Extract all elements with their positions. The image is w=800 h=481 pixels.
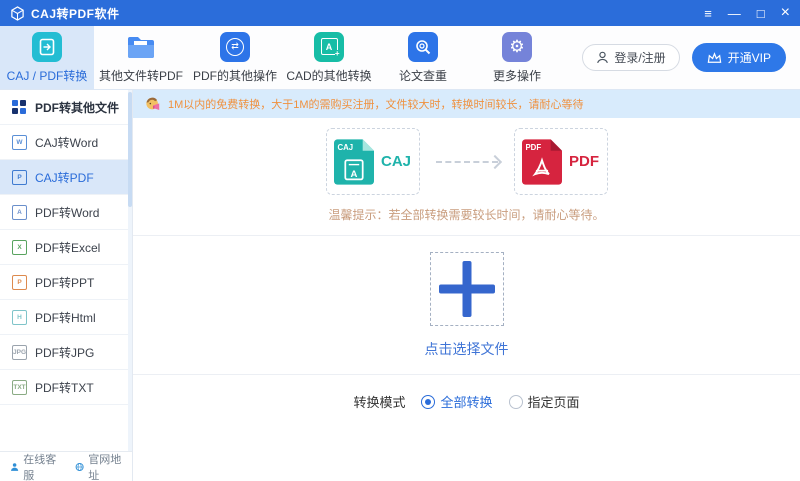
close-icon[interactable]: ×: [781, 5, 790, 21]
pdf-file-icon: PDF: [522, 139, 562, 185]
pdf-excel-doc-icon: X: [12, 240, 27, 255]
arrow-right-icon: [436, 161, 498, 163]
crown-icon: [707, 52, 722, 64]
app-logo-icon: [10, 6, 25, 21]
support-person-icon: [10, 461, 19, 473]
target-format-box: PDF PDF: [514, 128, 608, 195]
sidebar-item-pdf-to-word[interactable]: A PDF转Word: [0, 195, 132, 230]
add-file-button[interactable]: [430, 252, 504, 326]
mode-option-pages[interactable]: 指定页面: [509, 392, 580, 411]
conversion-mode-row: 转换模式 全部转换 指定页面: [133, 392, 800, 411]
pdf-word-doc-icon: A: [12, 205, 27, 220]
caj-file-icon: CAJ A: [334, 139, 374, 185]
sidebar-footer: 在线客服 官网地址: [0, 451, 132, 481]
sidebar-item-label: PDF转PPT: [35, 274, 94, 291]
mode-option-label: 指定页面: [528, 392, 580, 411]
conversion-graphic: CAJ A CAJ PDF PDF: [133, 128, 800, 195]
login-register-button[interactable]: 登录/注册: [582, 44, 679, 71]
cad-frame-icon: A+: [314, 32, 344, 62]
open-vip-button[interactable]: 开通VIP: [692, 43, 786, 72]
sidebar-item-pdf-to-other[interactable]: PDF转其他文件: [0, 90, 132, 125]
sidebar-item-pdf-to-excel[interactable]: X PDF转Excel: [0, 230, 132, 265]
notice-text: 1M以内的免费转换，大于1M的需购买注册，文件较大时，转换时间较长，请耐心等待: [168, 96, 584, 112]
tab-caj-pdf-convert[interactable]: CAJ / PDF转换: [0, 26, 94, 89]
tab-more-operations[interactable]: ⚙ 更多操作: [470, 26, 564, 89]
official-website-link[interactable]: 官网地址: [75, 451, 122, 481]
gear-icon: ⚙: [502, 32, 532, 62]
online-service-link[interactable]: 在线客服: [10, 451, 57, 481]
person-icon: [596, 51, 609, 64]
sidebar-item-label: CAJ转Word: [35, 134, 98, 151]
sidebar-item-pdf-to-ppt[interactable]: P PDF转PPT: [0, 265, 132, 300]
pdf-txt-doc-icon: TXT: [12, 380, 27, 395]
radio-unselected-icon[interactable]: [509, 395, 523, 409]
sidebar-item-caj-to-word[interactable]: W CAJ转Word: [0, 125, 132, 160]
mode-option-label: 全部转换: [440, 392, 492, 411]
pdf-ppt-doc-icon: P: [12, 275, 27, 290]
globe-icon: [75, 461, 84, 473]
official-website-label: 官网地址: [88, 451, 122, 481]
circle-swap-icon: ⇄: [220, 32, 250, 62]
svg-text:CAJ: CAJ: [337, 142, 353, 151]
source-format-label: CAJ: [381, 153, 411, 170]
app-title: CAJ转PDF软件: [31, 5, 120, 22]
notice-bar: 1M以内的免费转换，大于1M的需购买注册，文件较大时，转换时间较长，请耐心等待: [133, 90, 800, 118]
titlebar: CAJ转PDF软件 ≡ — □ ×: [0, 0, 800, 26]
sidebar-item-label: PDF转其他文件: [35, 99, 119, 116]
tab-other-files-to-pdf[interactable]: 其他文件转PDF: [94, 26, 188, 89]
tab-label: PDF的其他操作: [193, 67, 277, 84]
warm-tip-text: 温馨提示：若全部转换需要较长时间，请耐心等待。: [133, 206, 800, 223]
app-window: CAJ转PDF软件 ≡ — □ × CAJ / PDF转换 其他文件转PDF ⇄…: [0, 0, 800, 481]
online-service-label: 在线客服: [23, 451, 57, 481]
mode-label: 转换模式: [353, 392, 405, 411]
minimize-icon[interactable]: —: [728, 7, 741, 20]
sidebar-item-label: PDF转JPG: [35, 344, 94, 361]
scrollbar-thumb[interactable]: [128, 92, 132, 207]
sidebar-item-pdf-to-html[interactable]: H PDF转Html: [0, 300, 132, 335]
pdf-jpg-doc-icon: JPG: [12, 345, 27, 360]
source-format-box: CAJ A CAJ: [326, 128, 420, 195]
sidebar-item-pdf-to-txt[interactable]: TXT PDF转TXT: [0, 370, 132, 405]
sidebar-item-label: PDF转Word: [35, 204, 99, 221]
sidebar-item-caj-to-pdf[interactable]: P CAJ转PDF: [0, 160, 132, 195]
caj-pdf-doc-icon: P: [12, 170, 27, 185]
select-file-label[interactable]: 点击选择文件: [425, 339, 509, 359]
sidebar-item-label: PDF转Excel: [35, 239, 100, 256]
plagiarism-magnifier-icon: [408, 32, 438, 62]
pdf-html-doc-icon: H: [12, 310, 27, 325]
tab-paper-plagiarism-check[interactable]: 论文查重: [376, 26, 470, 89]
sidebar-scrollbar[interactable]: [128, 90, 132, 481]
tab-label: 其他文件转PDF: [99, 67, 183, 84]
tab-label: CAD的其他转换: [286, 67, 371, 84]
grid-icon: [12, 100, 27, 115]
radio-selected-icon[interactable]: [421, 395, 435, 409]
main-content: 1M以内的免费转换，大于1M的需购买注册，文件较大时，转换时间较长，请耐心等待 …: [133, 90, 800, 481]
sidebar-item-pdf-to-jpg[interactable]: JPG PDF转JPG: [0, 335, 132, 370]
announcement-icon: [145, 96, 161, 112]
menu-icon[interactable]: ≡: [704, 7, 712, 20]
sidebar-item-label: PDF转TXT: [35, 379, 94, 396]
caj-word-doc-icon: W: [12, 135, 27, 150]
login-label: 登录/注册: [614, 49, 665, 66]
tab-label: CAJ / PDF转换: [7, 67, 88, 84]
doc-convert-icon: [32, 32, 62, 62]
folder-icon: [126, 32, 156, 62]
sidebar-item-label: PDF转Html: [35, 309, 96, 326]
maximize-icon[interactable]: □: [757, 7, 765, 20]
sidebar: PDF转其他文件 W CAJ转Word P CAJ转PDF A PDF转Word…: [0, 90, 133, 481]
mode-option-all[interactable]: 全部转换: [421, 392, 492, 411]
vip-label: 开通VIP: [728, 49, 771, 66]
target-format-label: PDF: [569, 153, 599, 170]
main-toolbar: CAJ / PDF转换 其他文件转PDF ⇄ PDF的其他操作 A+ CAD的其…: [0, 26, 800, 90]
tab-label: 更多操作: [493, 67, 541, 84]
sidebar-item-label: CAJ转PDF: [35, 169, 94, 186]
window-controls: ≡ — □ ×: [704, 5, 790, 21]
svg-text:PDF: PDF: [525, 142, 541, 151]
tab-label: 论文查重: [399, 67, 447, 84]
tab-pdf-other-operations[interactable]: ⇄ PDF的其他操作: [188, 26, 282, 89]
upload-dropzone[interactable]: 点击选择文件: [133, 235, 800, 375]
svg-text:A: A: [351, 168, 358, 179]
tab-cad-other-conversions[interactable]: A+ CAD的其他转换: [282, 26, 376, 89]
auth-area: 登录/注册 开通VIP: [582, 26, 800, 89]
